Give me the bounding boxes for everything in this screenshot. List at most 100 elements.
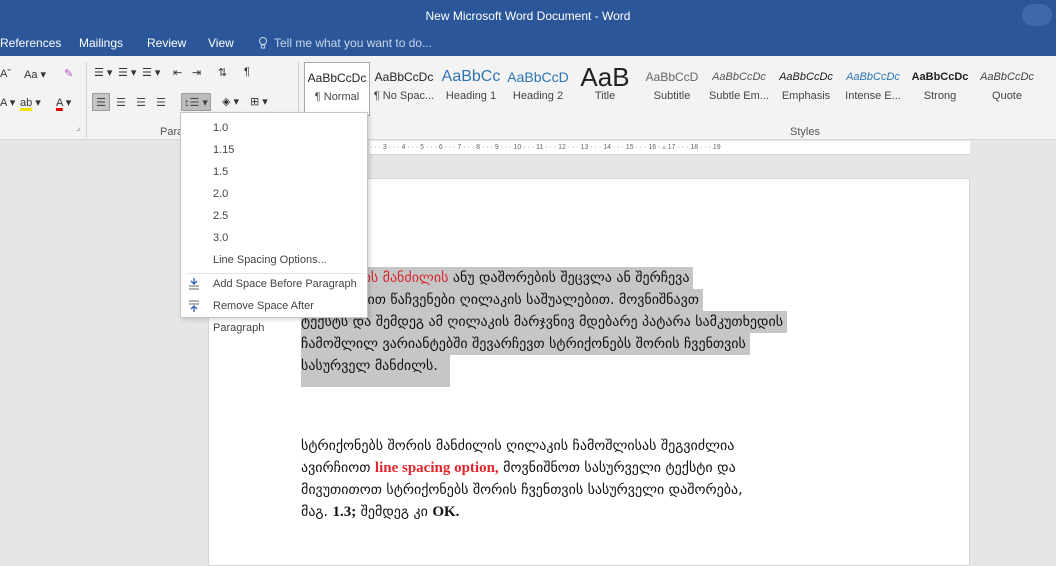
tab-view[interactable]: View <box>208 36 234 50</box>
grow-font-button[interactable]: Aˇ <box>0 68 11 80</box>
bullets-button[interactable]: ☰ ▾ <box>94 66 112 79</box>
ok-text: OK. <box>432 504 460 520</box>
selected-line: ჩამოშლილ ვარიანტებში შევარჩევთ სტრიქონებ… <box>301 333 750 355</box>
style-sample: AaBbCcDc <box>846 71 900 83</box>
line-text: ანუ დაშორების შეცვლა ან შერჩევა <box>448 270 690 286</box>
style-sample: AaBbCcDc <box>980 71 1034 83</box>
line-spacing-dropdown: 1.0 1.15 1.5 2.0 2.5 3.0 Line Spacing Op… <box>180 112 368 334</box>
style-name: Title <box>594 90 616 102</box>
highlight-button[interactable]: ab ▾ <box>20 96 41 109</box>
line-text: სტრიქონებს შორის მანძილის ღილაკის ჩამოშლ… <box>301 438 735 454</box>
line-spacing-button[interactable]: ↕☰ ▾ <box>181 93 211 111</box>
line-spacing-option-3-0[interactable]: 3.0 <box>181 227 367 249</box>
change-case-label: Aa <box>24 69 38 81</box>
line-text: ჩამოშლილ ვარიანტებში შევარჩევთ სტრიქონებ… <box>301 336 746 352</box>
shading-button[interactable]: ◈ ▾ <box>222 95 239 108</box>
style-sample: AaBbCcDc <box>307 71 367 85</box>
style-name: Subtle Em... <box>709 90 769 102</box>
paragraph-instructions[interactable]: სტრიქონებს შორის მანძილის ღილაკის ჩამოშლ… <box>301 435 861 523</box>
line-spacing-option-1-15[interactable]: 1.15 <box>181 139 367 161</box>
line-text-part: მოვნიშნოთ სასურველი ტექსტი და <box>498 460 736 476</box>
line-text: მივუთითოთ სტრიქონებს შორის ჩვენთვის სასუ… <box>301 482 743 498</box>
paragraph-selected[interactable]: ეებს შორის მანძილის ანუ დაშორების შეცვლა… <box>301 267 881 387</box>
ribbon: Aˇ Aa ▾ ✎ A ▾ ab ▾ A ▾ ⌟ ☰ ▾ ☰ ▾ ☰ ▾ ⇤ ⇥… <box>0 56 1056 140</box>
tell-me-box[interactable]: Tell me what you want to do... <box>258 36 432 50</box>
tab-review[interactable]: Review <box>147 36 186 50</box>
tell-me-text: Tell me what you want to do... <box>274 36 433 50</box>
horizontal-ruler[interactable]: · · · 3 · · · 4 · · · 5 · · · 6 · · · 7 … <box>370 141 970 155</box>
lightbulb-icon <box>259 37 267 49</box>
tab-references[interactable]: References <box>0 36 61 50</box>
style-name: Strong <box>923 90 957 102</box>
clear-formatting-icon[interactable]: ✎ <box>64 67 73 80</box>
style-name: Int <box>1041 90 1056 102</box>
multilevel-list-button[interactable]: ☰ ▾ <box>142 66 160 79</box>
change-case-button[interactable]: Aa ▾ <box>24 68 46 81</box>
account-avatar[interactable] <box>1022 4 1052 26</box>
line-text: ავირჩიოთ line spacing option, მოვნიშნოთ … <box>301 457 861 479</box>
grow-font-label: A <box>0 68 8 80</box>
styles-group-label: Styles <box>790 126 820 138</box>
remove-space-after-item[interactable]: Remove Space After Paragraph <box>181 295 367 334</box>
show-formatting-marks-button[interactable]: ¶ <box>244 66 250 78</box>
style-emphasis[interactable]: AaBbCcDc Emphasis <box>773 62 839 116</box>
font-color-button[interactable]: A ▾ <box>56 96 71 109</box>
font-color-label: A <box>56 97 63 109</box>
add-space-before-label: Add Space Before Paragraph <box>213 278 357 290</box>
ribbon-tab-bar: References Mailings Review View Tell me … <box>0 30 1056 56</box>
style-sample: AaBbCcDc <box>779 71 833 83</box>
align-right-button[interactable]: ☰ <box>132 93 150 111</box>
sort-button[interactable]: ⇅ <box>218 66 227 79</box>
style-subtitle[interactable]: AaBbCcD Subtitle <box>639 62 705 116</box>
style-sample: AaBbCcD <box>645 70 699 84</box>
increase-indent-button[interactable]: ⇥ <box>192 66 201 79</box>
style-int[interactable]: AaInt <box>1041 62 1056 116</box>
style-heading-2[interactable]: AaBbCcD Heading 2 <box>505 62 571 116</box>
style-normal[interactable]: AaBbCcDc ¶ Normal <box>304 62 370 116</box>
justify-button[interactable]: ☰ <box>152 93 170 111</box>
style-title[interactable]: AaB Title <box>572 62 638 116</box>
style-quote[interactable]: AaBbCcDc Quote <box>974 62 1040 116</box>
borders-button[interactable]: ⊞ ▾ <box>250 95 268 108</box>
style-name: Intense E... <box>845 90 901 102</box>
font-dialog-launcher-icon[interactable]: ⌟ <box>76 122 80 133</box>
line-text: ტექსტს და შემდეგ ამ ღილაკის მარჯვნივ მდე… <box>301 314 784 330</box>
style-name: Subtitle <box>653 90 691 102</box>
style-name: Quote <box>992 90 1022 102</box>
line-text-part: მაგ. <box>301 504 333 520</box>
line-text-part: შემდეგ კი <box>356 504 433 520</box>
line-spacing-option-text: line spacing option, <box>374 460 499 476</box>
tab-mailings[interactable]: Mailings <box>79 36 123 50</box>
line-text: მაგ. 1.3; შემდეგ კი OK. <box>301 501 861 523</box>
line-spacing-option-2-0[interactable]: 2.0 <box>181 183 367 205</box>
style-intense-e[interactable]: AaBbCcDc Intense E... <box>840 62 906 116</box>
add-space-before-item[interactable]: Add Space Before Paragraph <box>181 273 367 295</box>
style-sample: AaBbCcDc <box>911 71 969 83</box>
window-title: New Microsoft Word Document - Word <box>425 9 631 23</box>
style-name: Emphasis <box>781 90 831 102</box>
style-sample: AaBbCcDc <box>374 70 434 84</box>
style-subtle-em[interactable]: AaBbCcDc Subtle Em... <box>706 62 772 116</box>
selected-line: ტექსტს და შემდეგ ამ ღილაკის მარჯვნივ მდე… <box>301 311 788 333</box>
style-name: Heading 2 <box>512 90 564 102</box>
line-spacing-option-2-5[interactable]: 2.5 <box>181 205 367 227</box>
highlight-label: ab <box>20 97 33 109</box>
spacing-value-text: 1.3; <box>332 504 357 520</box>
line-text-part: ავირჩიოთ <box>301 460 375 476</box>
style-no-spac[interactable]: AaBbCcDc ¶ No Spac... <box>371 62 437 116</box>
style-heading-1[interactable]: AaBbCc Heading 1 <box>438 62 504 116</box>
group-divider <box>86 62 87 138</box>
line-text: სასურველ მანძილს. <box>301 358 438 374</box>
title-bar: New Microsoft Word Document - Word <box>0 0 1056 30</box>
decrease-indent-button[interactable]: ⇤ <box>173 66 182 79</box>
text-effects-icon[interactable]: A ▾ <box>0 96 15 109</box>
style-sample: AaBbCc <box>441 68 501 85</box>
numbering-button[interactable]: ☰ ▾ <box>118 66 136 79</box>
align-center-button[interactable]: ☰ <box>112 93 130 111</box>
align-left-button[interactable]: ☰ <box>92 93 110 111</box>
line-spacing-option-1-0[interactable]: 1.0 <box>181 117 367 139</box>
selected-line: სასურველ მანძილს. <box>301 355 450 387</box>
line-spacing-options-item[interactable]: Line Spacing Options... <box>181 249 367 271</box>
line-spacing-option-1-5[interactable]: 1.5 <box>181 161 367 183</box>
style-strong[interactable]: AaBbCcDc Strong <box>907 62 973 116</box>
